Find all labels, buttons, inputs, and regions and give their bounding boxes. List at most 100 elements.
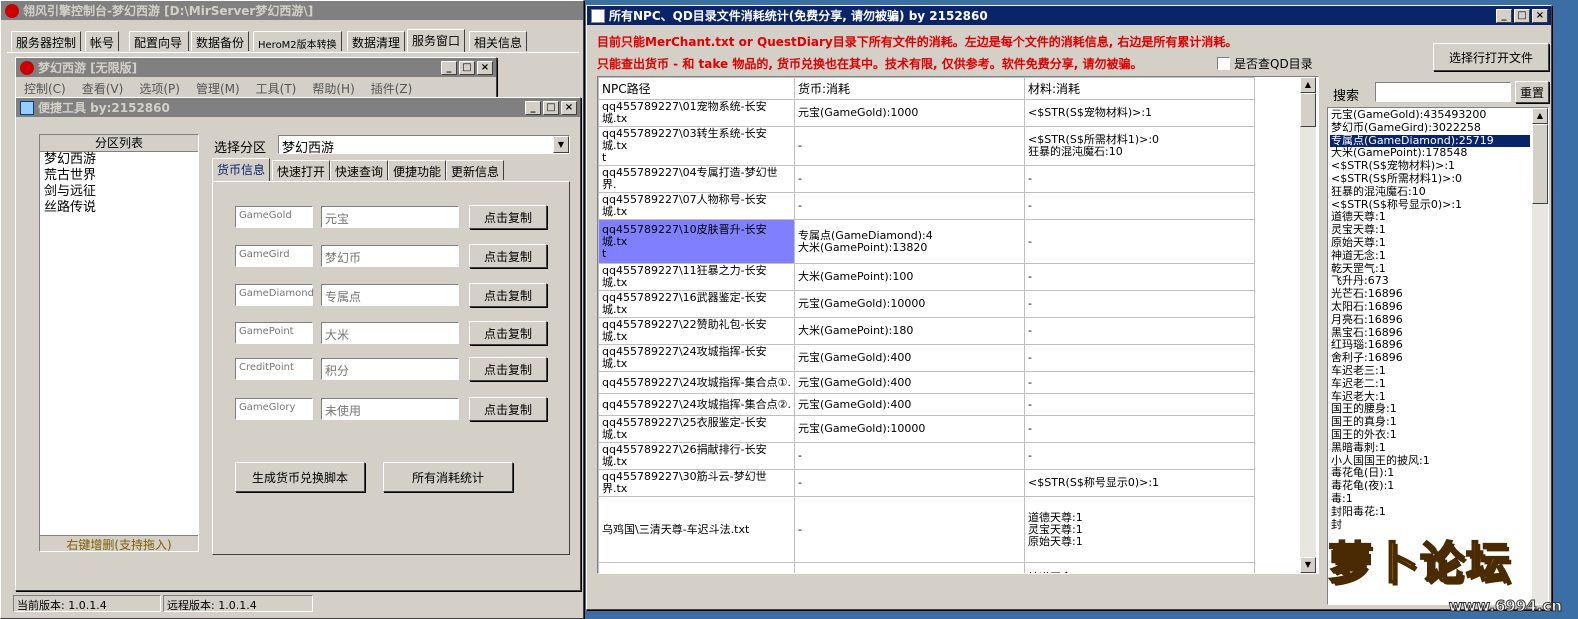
cell-material[interactable]: - <box>1024 192 1255 220</box>
menu-manage[interactable]: 管理(M) <box>196 82 240 96</box>
tab-related-info[interactable]: 相关信息 <box>469 31 528 51</box>
total-item[interactable]: 元宝(GameGold):435493200 <box>1330 108 1530 122</box>
cell-currency[interactable]: - <box>794 192 1025 220</box>
currency-key-field[interactable]: GameDiamond <box>235 284 314 306</box>
cell-material[interactable]: <$STR(S$宠物材料)>:1 <box>1024 99 1255 127</box>
menu-control[interactable]: 控制(C) <box>24 82 66 96</box>
mhxy-titlebar[interactable]: 梦幻西游 [无限版] _ □ × <box>16 58 496 77</box>
minimize-button[interactable]: _ <box>525 100 541 115</box>
grid-scrollbar[interactable]: ▲ ▼ <box>1300 77 1316 573</box>
table-row[interactable]: qq455789227\30筋斗云-梦幻世界.tx - <$STR(S$称号显示0)… <box>598 469 1255 497</box>
tab-service-window[interactable]: 服务窗口 <box>407 29 466 52</box>
scroll-up-arrow[interactable]: ▲ <box>1532 108 1548 124</box>
cell-currency[interactable]: - <box>794 496 1025 563</box>
cell-currency[interactable]: - <box>794 469 1025 497</box>
cell-currency[interactable]: 元宝(GameGold):400 <box>794 393 1025 416</box>
total-item[interactable]: 国王的外衣:1 <box>1330 428 1530 442</box>
table-row[interactable]: qq455789227\24攻城指挥-集合点①. 元宝(GameGold):400… <box>598 371 1255 394</box>
minimize-button[interactable]: _ <box>441 60 457 75</box>
console-titlebar[interactable]: 翎风引擎控制台-梦幻西游 [D:\MirServer梦幻西游\] <box>1 1 583 20</box>
cell-path[interactable]: qq455789227\30筋斗云-梦幻世界.tx <box>598 469 795 497</box>
cell-currency[interactable]: 专属点(GameDiamond):4 大米(GamePoint):13820 <box>794 219 1025 264</box>
cell-material[interactable]: - <box>1024 219 1255 264</box>
table-row[interactable]: qq455789227\22赞助礼包-长安城.tx 大米(GamePoint):1… <box>598 317 1255 345</box>
cell-currency[interactable]: - <box>794 126 1025 166</box>
scroll-down-arrow[interactable]: ▼ <box>1300 557 1316 573</box>
partition-select[interactable]: 梦幻西游 ▼ <box>278 135 570 156</box>
table-row[interactable]: qq455789227\01宠物系统-长安城.tx 元宝(GameGold):10… <box>598 99 1255 127</box>
tab-currency-info[interactable]: 货币信息 <box>212 158 271 181</box>
scroll-up-arrow[interactable]: ▲ <box>1300 77 1316 93</box>
table-row[interactable]: qq455789227\10皮肤晋升-长安城.tx t 专属点(GameDiamo… <box>598 219 1255 264</box>
all-stats-button[interactable]: 所有消耗统计 <box>383 462 513 492</box>
currency-key-field[interactable]: GamePoint <box>235 322 313 344</box>
table-row[interactable]: qq455789227\07人物称号-长安城.tx - - <box>598 192 1255 220</box>
table-row[interactable]: 乌鸡国\三清天尊-车迟斗法.txt - 道德天尊:1 灵宝天尊:1 原始天尊:1 <box>598 496 1255 563</box>
tab-data-backup[interactable]: 数据备份 <box>191 31 250 51</box>
npc-consumption-grid[interactable]: NPC路径 货币:消耗 材料:消耗 qq455789227\01宠物系统-长安城… <box>597 76 1319 574</box>
cell-path[interactable]: qq455789227\16武器鉴定-长安城.tx <box>598 290 795 318</box>
total-item[interactable]: 车迟老三:1 <box>1330 364 1530 378</box>
total-item[interactable]: 月亮石:16896 <box>1330 313 1530 327</box>
total-item[interactable]: <$STR(S$所需材料1)>:0 <box>1330 172 1530 186</box>
currency-key-field[interactable]: GameGold <box>235 206 313 228</box>
cell-currency[interactable]: - <box>794 165 1025 193</box>
partition-item[interactable]: 梦幻西游 <box>40 152 198 168</box>
cell-material[interactable]: <$STR(S$所需材料1)>:0 狂暴的混沌魔石:10 <box>1024 126 1255 166</box>
cell-path[interactable]: qq455789227\07人物称号-长安城.tx <box>598 192 795 220</box>
cell-path[interactable]: 乌鸡国\三清天尊-车迟斗法.txt <box>598 496 795 563</box>
table-row[interactable]: qq455789227\11狂暴之力-长安城.tx 大米(GamePoint):1… <box>598 263 1255 291</box>
cell-material[interactable]: - <box>1024 263 1255 291</box>
total-item[interactable]: 原始天尊:1 <box>1330 236 1530 250</box>
total-item[interactable]: 毒花龟(夜):1 <box>1330 479 1530 493</box>
total-item[interactable]: 梦幻币(GameGird):3022258 <box>1330 121 1530 135</box>
tab-config-wizard[interactable]: 配置向导 <box>129 31 189 51</box>
cell-material[interactable]: - <box>1024 442 1255 470</box>
cell-currency[interactable]: 大米(GamePoint):180 <box>794 317 1025 345</box>
tab-convenient[interactable]: 便捷功能 <box>388 160 447 180</box>
scroll-thumb[interactable] <box>1532 124 1548 204</box>
total-item[interactable]: 狂暴的混沌魔石:10 <box>1330 185 1530 199</box>
chevron-down-icon[interactable]: ▼ <box>553 136 569 153</box>
maximize-button[interactable]: □ <box>459 60 475 75</box>
partition-list[interactable]: 分区列表 梦幻西游 荒古世界 剑与远征 丝路传说 右键增删(支持拖入) <box>39 134 199 552</box>
close-button[interactable]: × <box>1532 8 1548 23</box>
tab-update-info[interactable]: 更新信息 <box>446 160 505 180</box>
cell-currency[interactable]: 大米(GamePoint):100 <box>794 263 1025 291</box>
cell-currency[interactable]: - <box>794 442 1025 470</box>
col-currency[interactable]: 货币:消耗 <box>794 77 1025 100</box>
maximize-button[interactable]: □ <box>543 100 559 115</box>
cell-path[interactable]: qq455789227\22赞助礼包-长安城.tx <box>598 317 795 345</box>
stats-titlebar[interactable]: 所有NPC、QD目录文件消耗统计(免费分享, 请勿被骗) by 2152860 … <box>587 6 1551 25</box>
cell-material[interactable]: - <box>1024 317 1255 345</box>
tab-account[interactable]: 帐号 <box>85 31 120 51</box>
total-item[interactable]: 黑暗毒刺:1 <box>1330 441 1530 455</box>
cell-material[interactable]: - <box>1024 415 1255 443</box>
currency-name-field[interactable]: 积分 <box>321 358 459 380</box>
cell-path[interactable]: qq455789227\25衣服鉴定-长安城.tx <box>598 415 795 443</box>
menu-help[interactable]: 帮助(H) <box>312 82 354 96</box>
col-npc-path[interactable]: NPC路径 <box>598 77 795 100</box>
cell-currency[interactable]: 元宝(GameGold):400 <box>794 344 1025 372</box>
currency-key-field[interactable]: CreditPoint <box>235 358 313 380</box>
currency-name-field[interactable]: 专属点 <box>321 284 459 306</box>
cell-path[interactable]: qq455789227\24攻城指挥-集合点②. <box>598 393 795 416</box>
cell-currency[interactable]: 元宝(GameGold):1000 <box>794 99 1025 127</box>
close-button[interactable]: × <box>477 60 493 75</box>
cell-path[interactable]: qq455789227\11狂暴之力-长安城.tx <box>598 263 795 291</box>
scroll-thumb[interactable] <box>1300 93 1316 127</box>
generate-script-button[interactable]: 生成货币兑换脚本 <box>235 462 365 492</box>
tab-quick-open[interactable]: 快速打开 <box>272 160 331 180</box>
cell-material[interactable]: - <box>1024 393 1255 416</box>
table-row[interactable]: 乌鸡国\乾坤無極-方寸山.txt-神道无念:1 乾天罡气:1 <box>598 562 1255 573</box>
total-item[interactable]: 车迟老二:1 <box>1330 377 1530 391</box>
table-row[interactable]: qq455789227\24攻城指挥-集合点②. 元宝(GameGold):400… <box>598 393 1255 416</box>
cell-material[interactable]: 神道无念:1 乾天罡气:1 <box>1024 562 1255 573</box>
cell-material[interactable]: 道德天尊:1 灵宝天尊:1 原始天尊:1 <box>1024 496 1255 563</box>
copy-button[interactable]: 点击复制 <box>469 244 547 268</box>
menu-plugins[interactable]: 插件(Z) <box>371 82 413 96</box>
open-selected-file-button[interactable]: 选择行打开文件 <box>1433 43 1549 71</box>
currency-name-field[interactable]: 未使用 <box>321 398 459 420</box>
currency-key-field[interactable]: GameGlory <box>235 398 313 420</box>
total-item[interactable]: 毒:1 <box>1330 492 1530 506</box>
